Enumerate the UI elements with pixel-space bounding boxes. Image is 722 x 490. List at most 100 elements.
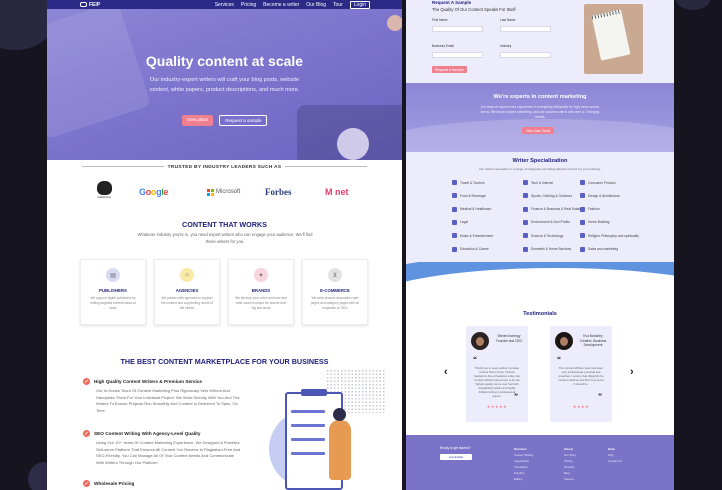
specialization-item: Religion Philosophy and spirituality [580,233,639,239]
form-title: Request A Sample [432,0,472,5]
check-icon: ✓ [83,378,90,385]
specialization-label: Legal [460,220,469,225]
specialization-label: Sports, Clothing & Outdoors [531,193,573,198]
footer-column: Help FAQ Contact Us [608,447,622,463]
footer-question: Ready to get started? [440,446,471,450]
specialization-item: Fashion [580,206,600,212]
feature-item: ✓ SEO Content Writing With Agency-Level Q… [83,430,243,466]
audience-cards: ▤ PUBLISHERS We support digital publishe… [80,259,370,325]
specialization-label: Music & Entertainment [460,233,494,238]
landing-page-left: FEIP Services Pricing Become a writer Ou… [47,0,402,490]
hero-title: Quality content at scale [145,53,304,69]
specialization-item: Tech & Internet [523,180,553,185]
specialization-item: Music & Entertainment [452,233,494,239]
testimonial-role: Creative, Business Development [579,338,607,348]
specialization-item: Consumer Product [580,180,616,185]
footer-column: About Our Story Pricing Reviews Blog Careers [564,447,576,481]
feature-title: SEO Content Writing With Agency-Level Qu… [94,431,201,436]
specialization-label: Sales and marketing [588,247,619,251]
card-agencies[interactable]: ⌂ AGENCIES We partner with agencies to s… [154,259,220,325]
avatar [555,332,573,350]
landing-page-right: Request A Sample The Quality Of Our Cont… [406,0,674,490]
specialization-label: Tech & Internet [531,180,554,185]
specialization-item: Legal [452,219,469,225]
category-icon [452,233,457,239]
get-started-button[interactable]: Get started [440,454,472,460]
card-ecommerce[interactable]: ⊻ E-COMMERCE We write product descriptio… [302,259,368,325]
specialization-item: Food & Beverage [452,193,486,199]
email-input[interactable] [432,52,483,58]
client-logos: mailchimp Google Microsoft Forbes M net [87,181,357,205]
testimonial-card: Eva Mcbarley Creative, Business Developme… [550,326,612,422]
specialization-item: Sports, Clothing & Outdoors [523,193,573,199]
cart-icon: ⊻ [328,268,342,282]
hero-subtitle: Our industry-expert writers will craft y… [149,77,300,93]
email-label: Business Email [432,44,454,48]
category-icon [452,246,457,252]
next-arrow-icon[interactable]: › [630,366,634,378]
category-icon [523,206,528,212]
login-button[interactable]: Login [349,0,370,9]
feature-title: High Quality Content Writers & Premium S… [94,379,203,384]
microsoft-logo: Microsoft [207,181,240,203]
marketplace-title: THE BEST CONTENT MARKETPLACE FOR YOUR BU… [120,357,329,366]
top-navbar: FEIP Services Pricing Become a writer Ou… [47,0,402,9]
hero-buttons: View plans Request a sample [47,115,402,126]
card-brands[interactable]: ✦ BRANDS We develop your voice and tone … [228,259,294,325]
notepad-photo [584,4,643,74]
specialization-item: Finance & Business & Real Estate [523,206,582,212]
brand-name: FEIP [89,1,101,8]
quote-close-icon: ” [598,392,602,401]
industry-input[interactable] [500,52,551,58]
testimonial-name: Eva Mcbarley [583,334,603,338]
feature-item: ✓ High Quality Content Writers & Premium … [83,378,243,414]
specialization-label: Finance & Business & Real Estate [531,207,582,212]
card-title: BRANDS [251,288,271,293]
first-name-input[interactable] [432,26,483,32]
category-icon [523,180,528,185]
content-works-title: CONTENT THAT WORKS [182,220,267,229]
category-icon [452,219,457,225]
experts-desc: Our team of experts has experience in ev… [480,105,600,119]
nav-services[interactable]: Services [215,2,234,8]
view-plans-button[interactable]: View plans [181,115,214,126]
case-study-button[interactable]: View Case Study [522,127,555,134]
rating-stars: ★★★★ [572,404,590,409]
form-subtitle: The Quality Of Our Content Speaks For It… [432,7,516,12]
category-icon [580,219,585,225]
category-icon [523,233,528,239]
content-works-subtitle: Whatever industry you're in, you need ex… [137,232,313,244]
category-icon [580,180,585,185]
category-icon [580,233,585,239]
feature-title: Wholesale Pricing [94,481,135,486]
logo-mark-icon [80,2,87,7]
specialization-item: Environment & Non Profits [523,219,570,225]
specialization-item: Education & Career [452,246,489,252]
testimonials-title: Testimonials [523,311,557,317]
testimonial-role: Founder and CEO [496,338,522,343]
first-name-label: First Name [432,18,448,22]
nav-pricing[interactable]: Pricing [241,2,256,8]
specialization-label: Design & Architecture [588,193,620,198]
hero-photo-cup [387,15,402,31]
category-icon [523,219,528,225]
nav-tour[interactable]: Tour [333,2,343,8]
last-name-input[interactable] [500,26,551,32]
hero-section: FEIP Services Pricing Become a writer Ou… [47,0,402,160]
nav-become-writer[interactable]: Become a writer [263,2,299,8]
submit-sample-button[interactable]: Request a Sample [432,66,467,73]
last-name-label: Last Name [500,18,516,22]
brand-logo[interactable]: FEIP [80,0,100,9]
prev-arrow-icon[interactable]: ‹ [444,366,448,378]
testimonial-text: The Content Writers team has been very p… [558,366,604,386]
feature-desc: Our In-House Team Of Content Marketing P… [96,388,240,413]
specialization-item: Science & Technology [523,233,563,239]
experts-section: We're experts in content marketing Our t… [406,83,674,152]
card-desc: We support digital publishers by writing… [90,296,136,310]
card-publishers[interactable]: ▤ PUBLISHERS We support digital publishe… [80,259,146,325]
nav-blog[interactable]: Our Blog [306,2,326,8]
category-icon [523,246,528,252]
rating-stars: ★★★★★ [486,404,508,409]
request-sample-button[interactable]: Request a sample [219,115,268,126]
category-icon [452,206,457,212]
